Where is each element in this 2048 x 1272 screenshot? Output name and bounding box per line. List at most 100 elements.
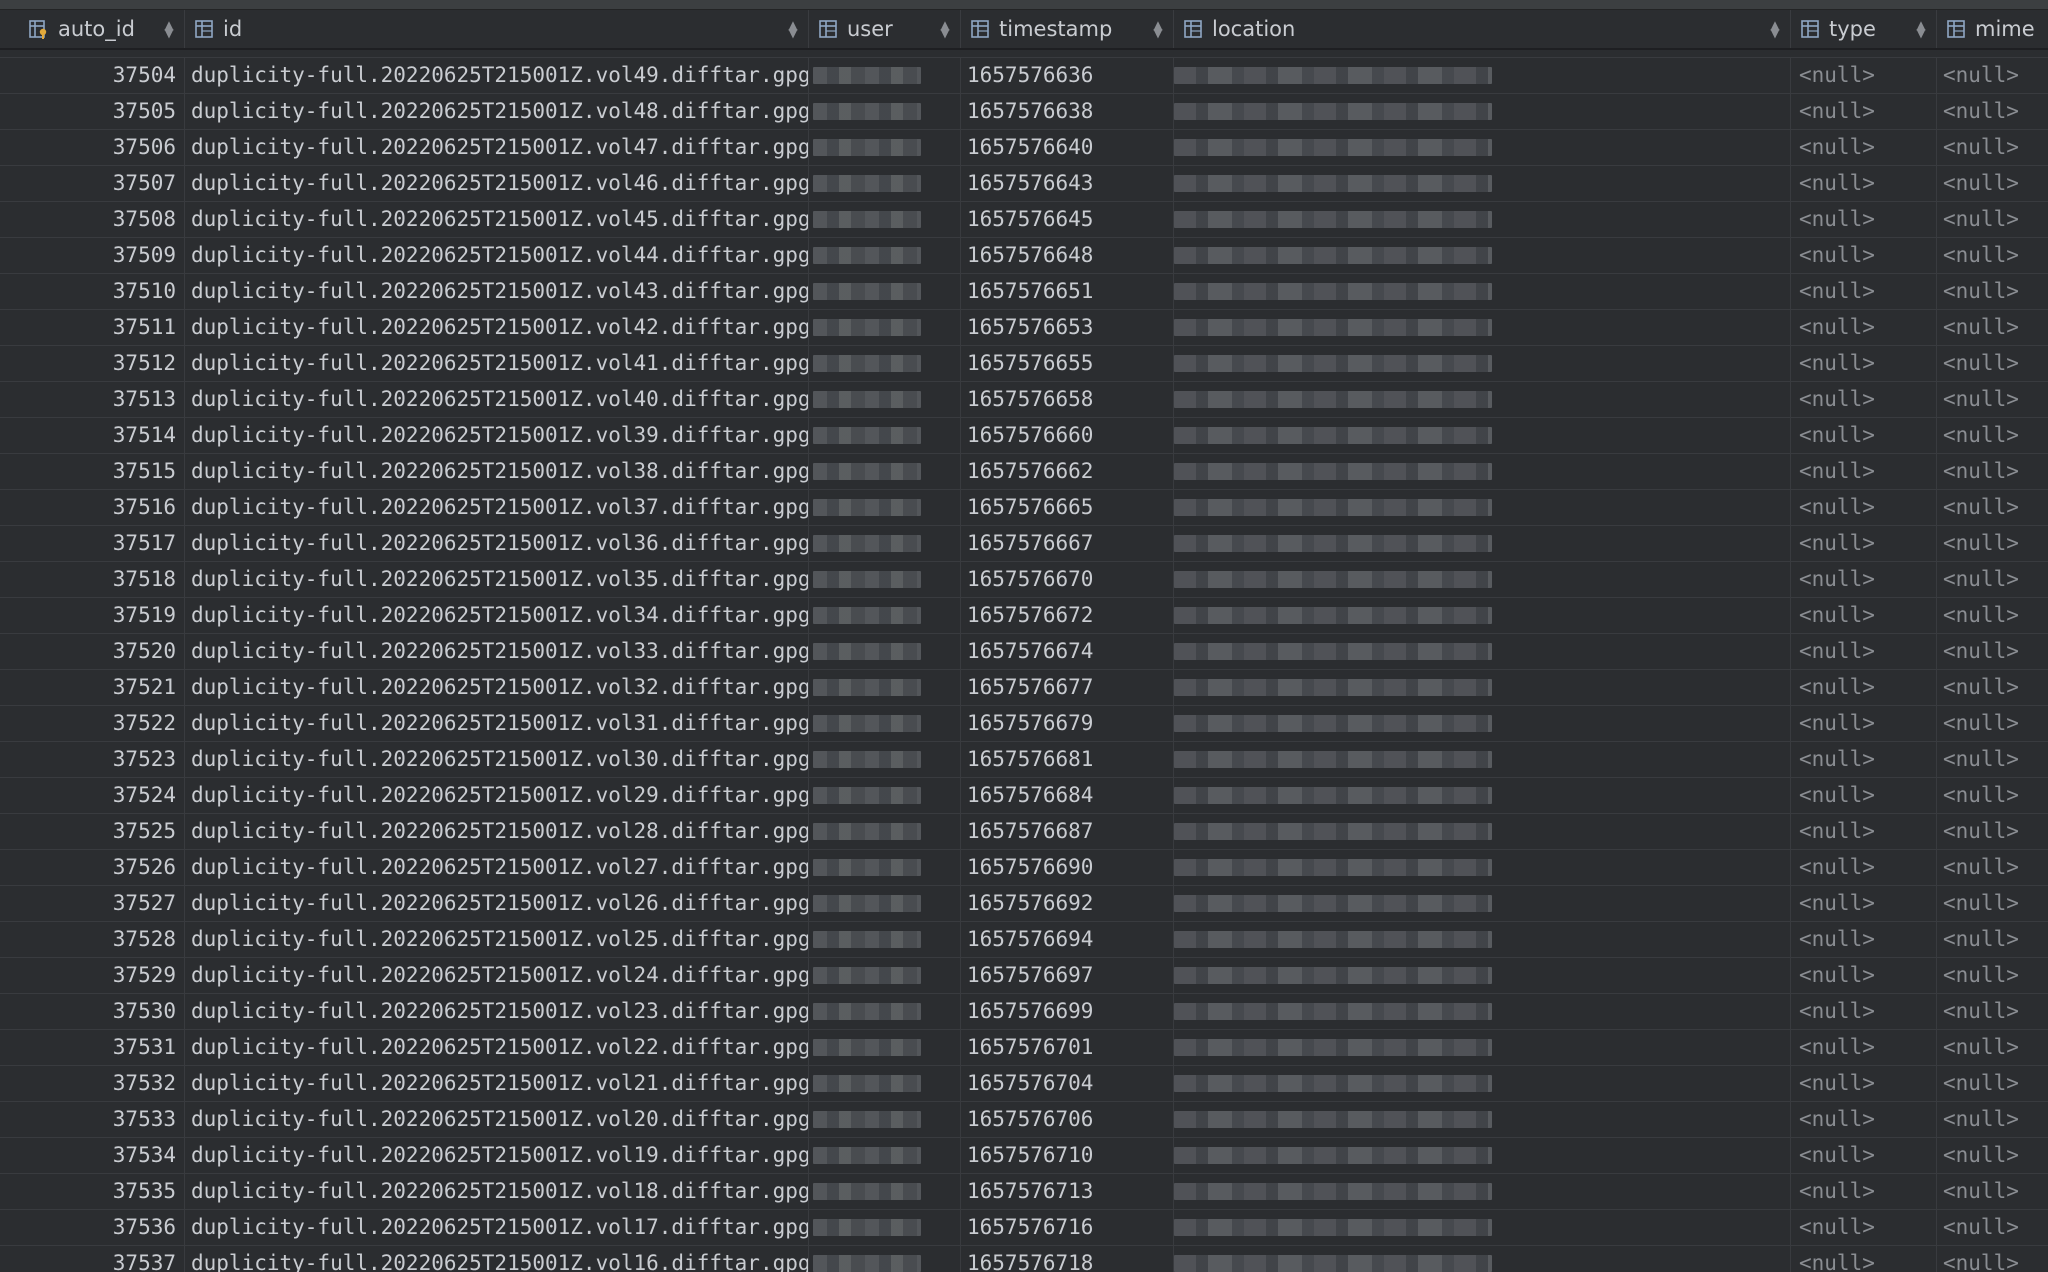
cell-mime-null[interactable]: <null> — [1937, 814, 2048, 849]
cell-type-null[interactable]: <null> — [1791, 1138, 1937, 1173]
cell-type-null[interactable]: <null> — [1791, 58, 1937, 93]
cell-id[interactable]: duplicity-full.20220625T215001Z.vol30.di… — [185, 742, 809, 777]
table-row[interactable]: 37537 duplicity-full.20220625T215001Z.vol… — [0, 1246, 2048, 1272]
cell-type-null[interactable]: <null> — [1791, 886, 1937, 921]
cell-id[interactable]: duplicity-full.20220625T215001Z.vol22.di… — [185, 1030, 809, 1065]
cell-mime-null[interactable]: <null> — [1937, 922, 2048, 957]
cell-id[interactable]: duplicity-full.20220625T215001Z.vol31.di… — [185, 706, 809, 741]
cell-timestamp[interactable]: 1657576665 — [961, 490, 1174, 525]
cell-id[interactable]: duplicity-full.20220625T215001Z.vol39.di… — [185, 418, 809, 453]
table-row[interactable]: 37533 duplicity-full.20220625T215001Z.vol… — [0, 1102, 2048, 1138]
cell-mime-null[interactable]: <null> — [1937, 634, 2048, 669]
cell-timestamp[interactable]: 1657576651 — [961, 274, 1174, 309]
cell-user[interactable] — [809, 418, 961, 453]
table-row[interactable]: 37507 duplicity-full.20220625T215001Z.vol… — [0, 166, 2048, 202]
cell-auto-id[interactable]: 37505 — [0, 94, 185, 129]
cell-mime-null[interactable]: <null> — [1937, 670, 2048, 705]
cell-location[interactable] — [1174, 1246, 1791, 1272]
cell-mime-null[interactable]: <null> — [1937, 1030, 2048, 1065]
cell-timestamp[interactable]: 1657576674 — [961, 634, 1174, 669]
cell-id[interactable]: duplicity-full.20220625T215001Z.vol43.di… — [185, 274, 809, 309]
cell-type-null[interactable]: <null> — [1791, 238, 1937, 273]
cell-user[interactable] — [809, 310, 961, 345]
cell-location[interactable] — [1174, 706, 1791, 741]
cell-timestamp[interactable]: 1657576653 — [961, 310, 1174, 345]
cell-location[interactable] — [1174, 94, 1791, 129]
cell-id[interactable]: duplicity-full.20220625T215001Z.vol29.di… — [185, 778, 809, 813]
cell-type-null[interactable]: <null> — [1791, 490, 1937, 525]
table-row[interactable]: 37519 duplicity-full.20220625T215001Z.vol… — [0, 598, 2048, 634]
cell-mime-null[interactable]: <null> — [1937, 130, 2048, 165]
cell-user[interactable] — [809, 94, 961, 129]
cell-location[interactable] — [1174, 274, 1791, 309]
table-row[interactable]: 37529 duplicity-full.20220625T215001Z.vol… — [0, 958, 2048, 994]
cell-type-null[interactable]: <null> — [1791, 562, 1937, 597]
column-header-timestamp[interactable]: timestamp ▲ ▼ — [961, 10, 1174, 48]
cell-user[interactable] — [809, 202, 961, 237]
cell-timestamp[interactable]: 1657576706 — [961, 1102, 1174, 1137]
cell-timestamp[interactable]: 1657576718 — [961, 1246, 1174, 1272]
cell-type-null[interactable]: <null> — [1791, 1210, 1937, 1245]
table-row[interactable]: 37505 duplicity-full.20220625T215001Z.vol… — [0, 94, 2048, 130]
cell-location[interactable] — [1174, 1102, 1791, 1137]
cell-timestamp[interactable]: 1657576660 — [961, 418, 1174, 453]
cell-auto-id[interactable]: 37518 — [0, 562, 185, 597]
cell-type-null[interactable]: <null> — [1791, 454, 1937, 489]
cell-location[interactable] — [1174, 58, 1791, 93]
cell-id[interactable]: duplicity-full.20220625T215001Z.vol24.di… — [185, 958, 809, 993]
cell-id[interactable]: duplicity-full.20220625T215001Z.vol16.di… — [185, 1246, 809, 1272]
cell-location[interactable] — [1174, 526, 1791, 561]
cell-id[interactable]: duplicity-full.20220625T215001Z.vol47.di… — [185, 130, 809, 165]
cell-auto-id[interactable]: 37530 — [0, 994, 185, 1029]
cell-id[interactable]: duplicity-full.20220625T215001Z.vol33.di… — [185, 634, 809, 669]
cell-id[interactable]: duplicity-full.20220625T215001Z.vol27.di… — [185, 850, 809, 885]
cell-location[interactable] — [1174, 346, 1791, 381]
cell-id[interactable]: duplicity-full.20220625T215001Z.vol48.di… — [185, 94, 809, 129]
cell-auto-id[interactable]: 37529 — [0, 958, 185, 993]
table-row[interactable]: 37517 duplicity-full.20220625T215001Z.vol… — [0, 526, 2048, 562]
cell-location[interactable] — [1174, 634, 1791, 669]
table-row[interactable]: 37510 duplicity-full.20220625T215001Z.vol… — [0, 274, 2048, 310]
cell-auto-id[interactable]: 37534 — [0, 1138, 185, 1173]
cell-location[interactable] — [1174, 202, 1791, 237]
cell-id[interactable]: duplicity-full.20220625T215001Z.vol23.di… — [185, 994, 809, 1029]
cell-mime-null[interactable]: <null> — [1937, 994, 2048, 1029]
table-row[interactable]: 37514 duplicity-full.20220625T215001Z.vol… — [0, 418, 2048, 454]
cell-mime-null[interactable]: <null> — [1937, 346, 2048, 381]
cell-mime-null[interactable]: <null> — [1937, 58, 2048, 93]
cell-user[interactable] — [809, 1102, 961, 1137]
cell-mime-null[interactable]: <null> — [1937, 202, 2048, 237]
cell-timestamp[interactable]: 1657576636 — [961, 58, 1174, 93]
cell-location[interactable] — [1174, 1066, 1791, 1101]
cell-id[interactable]: duplicity-full.20220625T215001Z.vol35.di… — [185, 562, 809, 597]
cell-mime-null[interactable]: <null> — [1937, 490, 2048, 525]
cell-location[interactable] — [1174, 598, 1791, 633]
cell-mime-null[interactable]: <null> — [1937, 850, 2048, 885]
cell-auto-id[interactable]: 37523 — [0, 742, 185, 777]
cell-location[interactable] — [1174, 490, 1791, 525]
cell-auto-id[interactable]: 37504 — [0, 58, 185, 93]
cell-id[interactable]: duplicity-full.20220625T215001Z.vol41.di… — [185, 346, 809, 381]
cell-mime-null[interactable]: <null> — [1937, 418, 2048, 453]
cell-auto-id[interactable]: 37535 — [0, 1174, 185, 1209]
cell-id[interactable]: duplicity-full.20220625T215001Z.vol20.di… — [185, 1102, 809, 1137]
cell-auto-id[interactable]: 37517 — [0, 526, 185, 561]
cell-id[interactable]: duplicity-full.20220625T215001Z.vol17.di… — [185, 1210, 809, 1245]
table-row[interactable]: 37504 duplicity-full.20220625T215001Z.vol… — [0, 58, 2048, 94]
cell-location[interactable] — [1174, 562, 1791, 597]
cell-timestamp[interactable]: 1657576640 — [961, 130, 1174, 165]
cell-location[interactable] — [1174, 1210, 1791, 1245]
cell-type-null[interactable]: <null> — [1791, 814, 1937, 849]
cell-type-null[interactable]: <null> — [1791, 166, 1937, 201]
cell-user[interactable] — [809, 1030, 961, 1065]
table-row[interactable]: 37523 duplicity-full.20220625T215001Z.vol… — [0, 742, 2048, 778]
cell-location[interactable] — [1174, 994, 1791, 1029]
cell-timestamp[interactable]: 1657576681 — [961, 742, 1174, 777]
cell-location[interactable] — [1174, 454, 1791, 489]
cell-location[interactable] — [1174, 1138, 1791, 1173]
cell-mime-null[interactable]: <null> — [1937, 382, 2048, 417]
cell-location[interactable] — [1174, 814, 1791, 849]
sort-icon[interactable]: ▲ ▼ — [1768, 19, 1782, 39]
cell-timestamp[interactable]: 1657576701 — [961, 1030, 1174, 1065]
column-header-location[interactable]: location ▲ ▼ — [1174, 10, 1791, 48]
